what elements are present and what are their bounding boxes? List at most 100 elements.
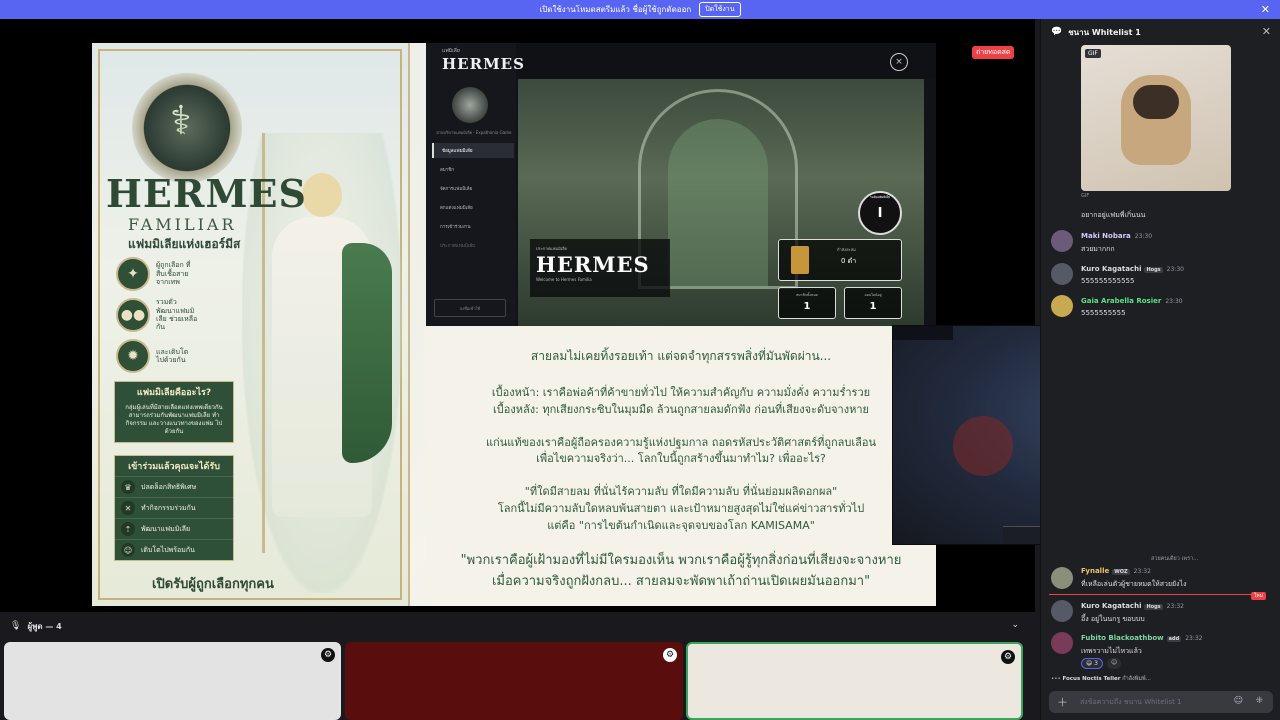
panel-body: กลุ่มผู้เล่นที่มีสายเลือดแห่งเทพเดียวกัน… [125, 404, 223, 436]
familia-ui-screenshot: แฟมิเลีย HERMES × ฝ่ายบริหารแฟมมิเลีย · … [426, 43, 936, 326]
feature-text: และเติบโต ไปด้วยกัน [156, 347, 189, 364]
avatar[interactable] [1051, 632, 1073, 654]
close-icon[interactable]: ✕ [1262, 25, 1271, 38]
game-effect [953, 416, 1013, 476]
gif-badge: GIF [1085, 49, 1101, 58]
avatar[interactable] [1051, 295, 1073, 317]
banner-text: เปิดใช้งานโหมดสตรีมแล้ว ชื่อผู้ใช้ถูกตัด… [539, 5, 692, 14]
shared-screen: HERMES FAMILIAR แฟมมิเลียแห่งเฮอร์มีส ✦ … [92, 43, 936, 606]
familia-menu: ข้อมูลแฟมมิเลีย สมาชิก จัดการแฟมมิเลีย ต… [432, 143, 514, 257]
feature-item: ✦ ผู้ถูกเลือก ที่สืบเชื้อสาย จากเทพ [116, 257, 198, 291]
chat-bubble-icon: 💬 [1051, 27, 1063, 37]
swords-icon: ✕ [121, 501, 135, 515]
stream-stage[interactable]: HERMES FAMILIAR แฟมมิเลียแห่งเฮอร์มีส ✦ … [0, 19, 1035, 612]
message-author[interactable]: Maki Nobara 23:30 [1081, 232, 1152, 240]
benefit-text: พัฒนาแฟมมิเลีย [141, 524, 191, 533]
level-label: ระดับแฟมมิเลีย [870, 195, 890, 199]
feature-text: ผู้ถูกเลือก ที่สืบเชื้อสาย จากเทพ [156, 261, 191, 287]
story-line: เบื้องหน้า: เราคือพ่อค้าที่ค้าขายทั่วไป … [491, 386, 871, 399]
familia-ui-logo: HERMES [442, 55, 525, 73]
emoji-icon[interactable]: ☺ [1234, 696, 1243, 706]
star-icon: ✹ [116, 339, 150, 373]
stat-label: ออนไลน์อยู่ [864, 293, 882, 297]
poster-title: HERMES [106, 171, 307, 216]
message-text: 5555555555 [1081, 309, 1126, 317]
poster-bottom-text: เปิดรับผู้ถูกเลือกทุกคน [152, 577, 274, 592]
stream-mode-banner: เปิดใช้งานโหมดสตรีมแล้ว ชื่อผู้ใช้ถูกตัด… [0, 0, 1280, 19]
level-value: I [877, 205, 883, 221]
settings-icon[interactable]: ⚙ [1001, 650, 1015, 664]
message-author[interactable]: Kuro Kagatachi Hogs 23:30 [1081, 265, 1184, 273]
close-icon[interactable]: ✕ [1261, 3, 1270, 16]
benefit-item: ♛ ปลดล็อกสิทธิพิเศษ [115, 476, 233, 497]
message-author[interactable]: Kuro Kagatachi Hogs 23:32 [1081, 602, 1184, 610]
benefit-item: ⇡ พัฒนาแฟมมิเลีย [115, 518, 233, 539]
feature-item: ✹ และเติบโต ไปด้วยกัน [116, 339, 198, 373]
benefits-panel: เข้าร่วมแล้วคุณจะได้รับ ♛ ปลดล็อกสิทธิพิเ… [114, 455, 234, 561]
message-author[interactable]: Gaia Arabella Rosier 23:30 [1081, 297, 1183, 305]
familia-level-badge: ระดับแฟมมิเลีย I [858, 191, 902, 235]
message-text: 555555555555 [1081, 277, 1135, 285]
message-input-placeholder: ส่งข้อความถึง ชนาน Whitelist 1 [1080, 697, 1182, 706]
gif-caption: GIF [1081, 193, 1090, 199]
message-text: สวยมากกก [1081, 245, 1115, 253]
gif-image[interactable]: GIF [1081, 45, 1231, 191]
reply-preview[interactable]: สวยคนเดียว เพรา... [1151, 555, 1198, 563]
story-line: สายลมไม่เคยทิ้งรอยเท้า แต่จดจำทุกสรรพสิ่… [530, 349, 832, 363]
message-text: ที่เหลือเล่นตัวผู้ชายหมดให้สวยยังไง [1081, 580, 1187, 588]
menu-item: ตกแต่งแฟมมิเลีย [440, 206, 473, 211]
live-badge: ถ่ายทอดสด [972, 46, 1015, 59]
feature-text: รวมตัว พัฒนาแฟมมิเลีย ช่วยเหลือกัน [156, 298, 198, 332]
menu-item: ข้อมูลแฟมมิเลีย [432, 143, 514, 158]
close-icon: × [890, 53, 908, 71]
microphone-icon: 🎙 [10, 621, 22, 631]
benefit-item: ✕ ทำกิจกรรมร่วมกัน [115, 497, 233, 518]
familia-ui-small-label: แฟมิเลีย [442, 48, 460, 54]
group-icon: ●● [116, 298, 150, 332]
panel-title: แฟมมิเลียคืออะไร? [136, 388, 212, 398]
menu-item: ประกาศแฟมมิเลีย [440, 244, 475, 249]
participant-tile[interactable]: ⚙ [686, 642, 1023, 720]
avatar[interactable] [1051, 230, 1073, 252]
avatar[interactable] [1051, 263, 1073, 285]
new-messages-badge: ใหม่ [1250, 592, 1266, 600]
poster-subtitle-th: แฟมมิเลียแห่งเฮอร์มีส [128, 237, 241, 251]
chevron-down-icon[interactable]: ⌄ [1011, 620, 1019, 630]
menu-item: การเข้าร่วมงาน [440, 225, 471, 230]
familia-name: HERMES [536, 252, 650, 277]
speakers-bar: 🎙 ผู้พูด — 4 ⌄ [0, 612, 1035, 640]
message-author[interactable]: Fynalle WOZ 23:32 [1081, 567, 1151, 575]
typing-indicator: ••• Focus Noctis Teller กำลังพิมพ์... [1051, 676, 1151, 682]
funds-label: กำลังสะสม [837, 247, 856, 252]
apps-icon[interactable]: ⁜ [1255, 696, 1263, 706]
what-is-familia-panel: แฟมมิเลียคืออะไร? กลุ่มผู้เล่นที่มีสายเล… [114, 381, 234, 444]
poster-subtitle: FAMILIAR [128, 215, 237, 234]
settings-icon[interactable]: ⚙ [321, 648, 335, 662]
plus-icon[interactable]: ＋ [1057, 694, 1068, 710]
chat-panel: 💬 ชนาน Whitelist 1 ✕ GIF GIF อยากอยู่แฟม… [1040, 19, 1280, 720]
avatar[interactable] [1051, 567, 1073, 589]
story-line: โลกนี้ไม่มีความลับใดหลบพ้นสายตา และเป้าห… [497, 502, 865, 515]
participant-tile[interactable]: ⚙ [4, 642, 341, 720]
funds-card: กำลังสะสม 0 ดำ [778, 239, 902, 281]
reaction-button[interactable]: 😄 3 [1081, 658, 1103, 669]
member-count-card: สมาชิกทั้งหมด 1 [778, 287, 836, 319]
familia-story-text: สายลมไม่เคยทิ้งรอยเท้า แต่จดจำทุกสรรพสิ่… [426, 327, 936, 606]
disable-button[interactable]: ปิดใช้งาน [699, 2, 741, 17]
benefit-text: ปลดล็อกสิทธิพิเศษ [141, 482, 197, 491]
arch-window [668, 119, 768, 289]
familia-crest-icon [452, 87, 488, 123]
add-reaction-icon[interactable]: ☺ [1107, 658, 1122, 669]
crest-label: ฝ่ายบริหารแฟมมิเลีย · Expathonia Game [436, 130, 512, 135]
message-input[interactable]: ＋ ส่งข้อความถึง ชนาน Whitelist 1 ☺ ⁜ [1049, 691, 1273, 713]
participant-tile[interactable]: ⚙ [345, 642, 683, 720]
settings-icon[interactable]: ⚙ [663, 648, 677, 662]
benefit-text: เติบโตไปพร้อมกัน [141, 545, 195, 554]
familia-name-card: ประกาศแฟมมิเลีย HERMES Welcome to Hermes… [530, 239, 670, 297]
reactions-row: 😄 3 ☺ [1081, 658, 1122, 669]
caduceus-icon: ✦ [116, 257, 150, 291]
story-quote: เมื่อความจริงถูกฝังกลบ... สายลมจะพัดพาเถ… [491, 574, 871, 589]
message-author[interactable]: Fubito Blackoathbow add 23:32 [1081, 634, 1203, 642]
avatar[interactable] [1051, 600, 1073, 622]
story-line: เพื่อไขความจริงว่า... โลกใบนี้ถูกสร้างขึ… [536, 452, 826, 465]
